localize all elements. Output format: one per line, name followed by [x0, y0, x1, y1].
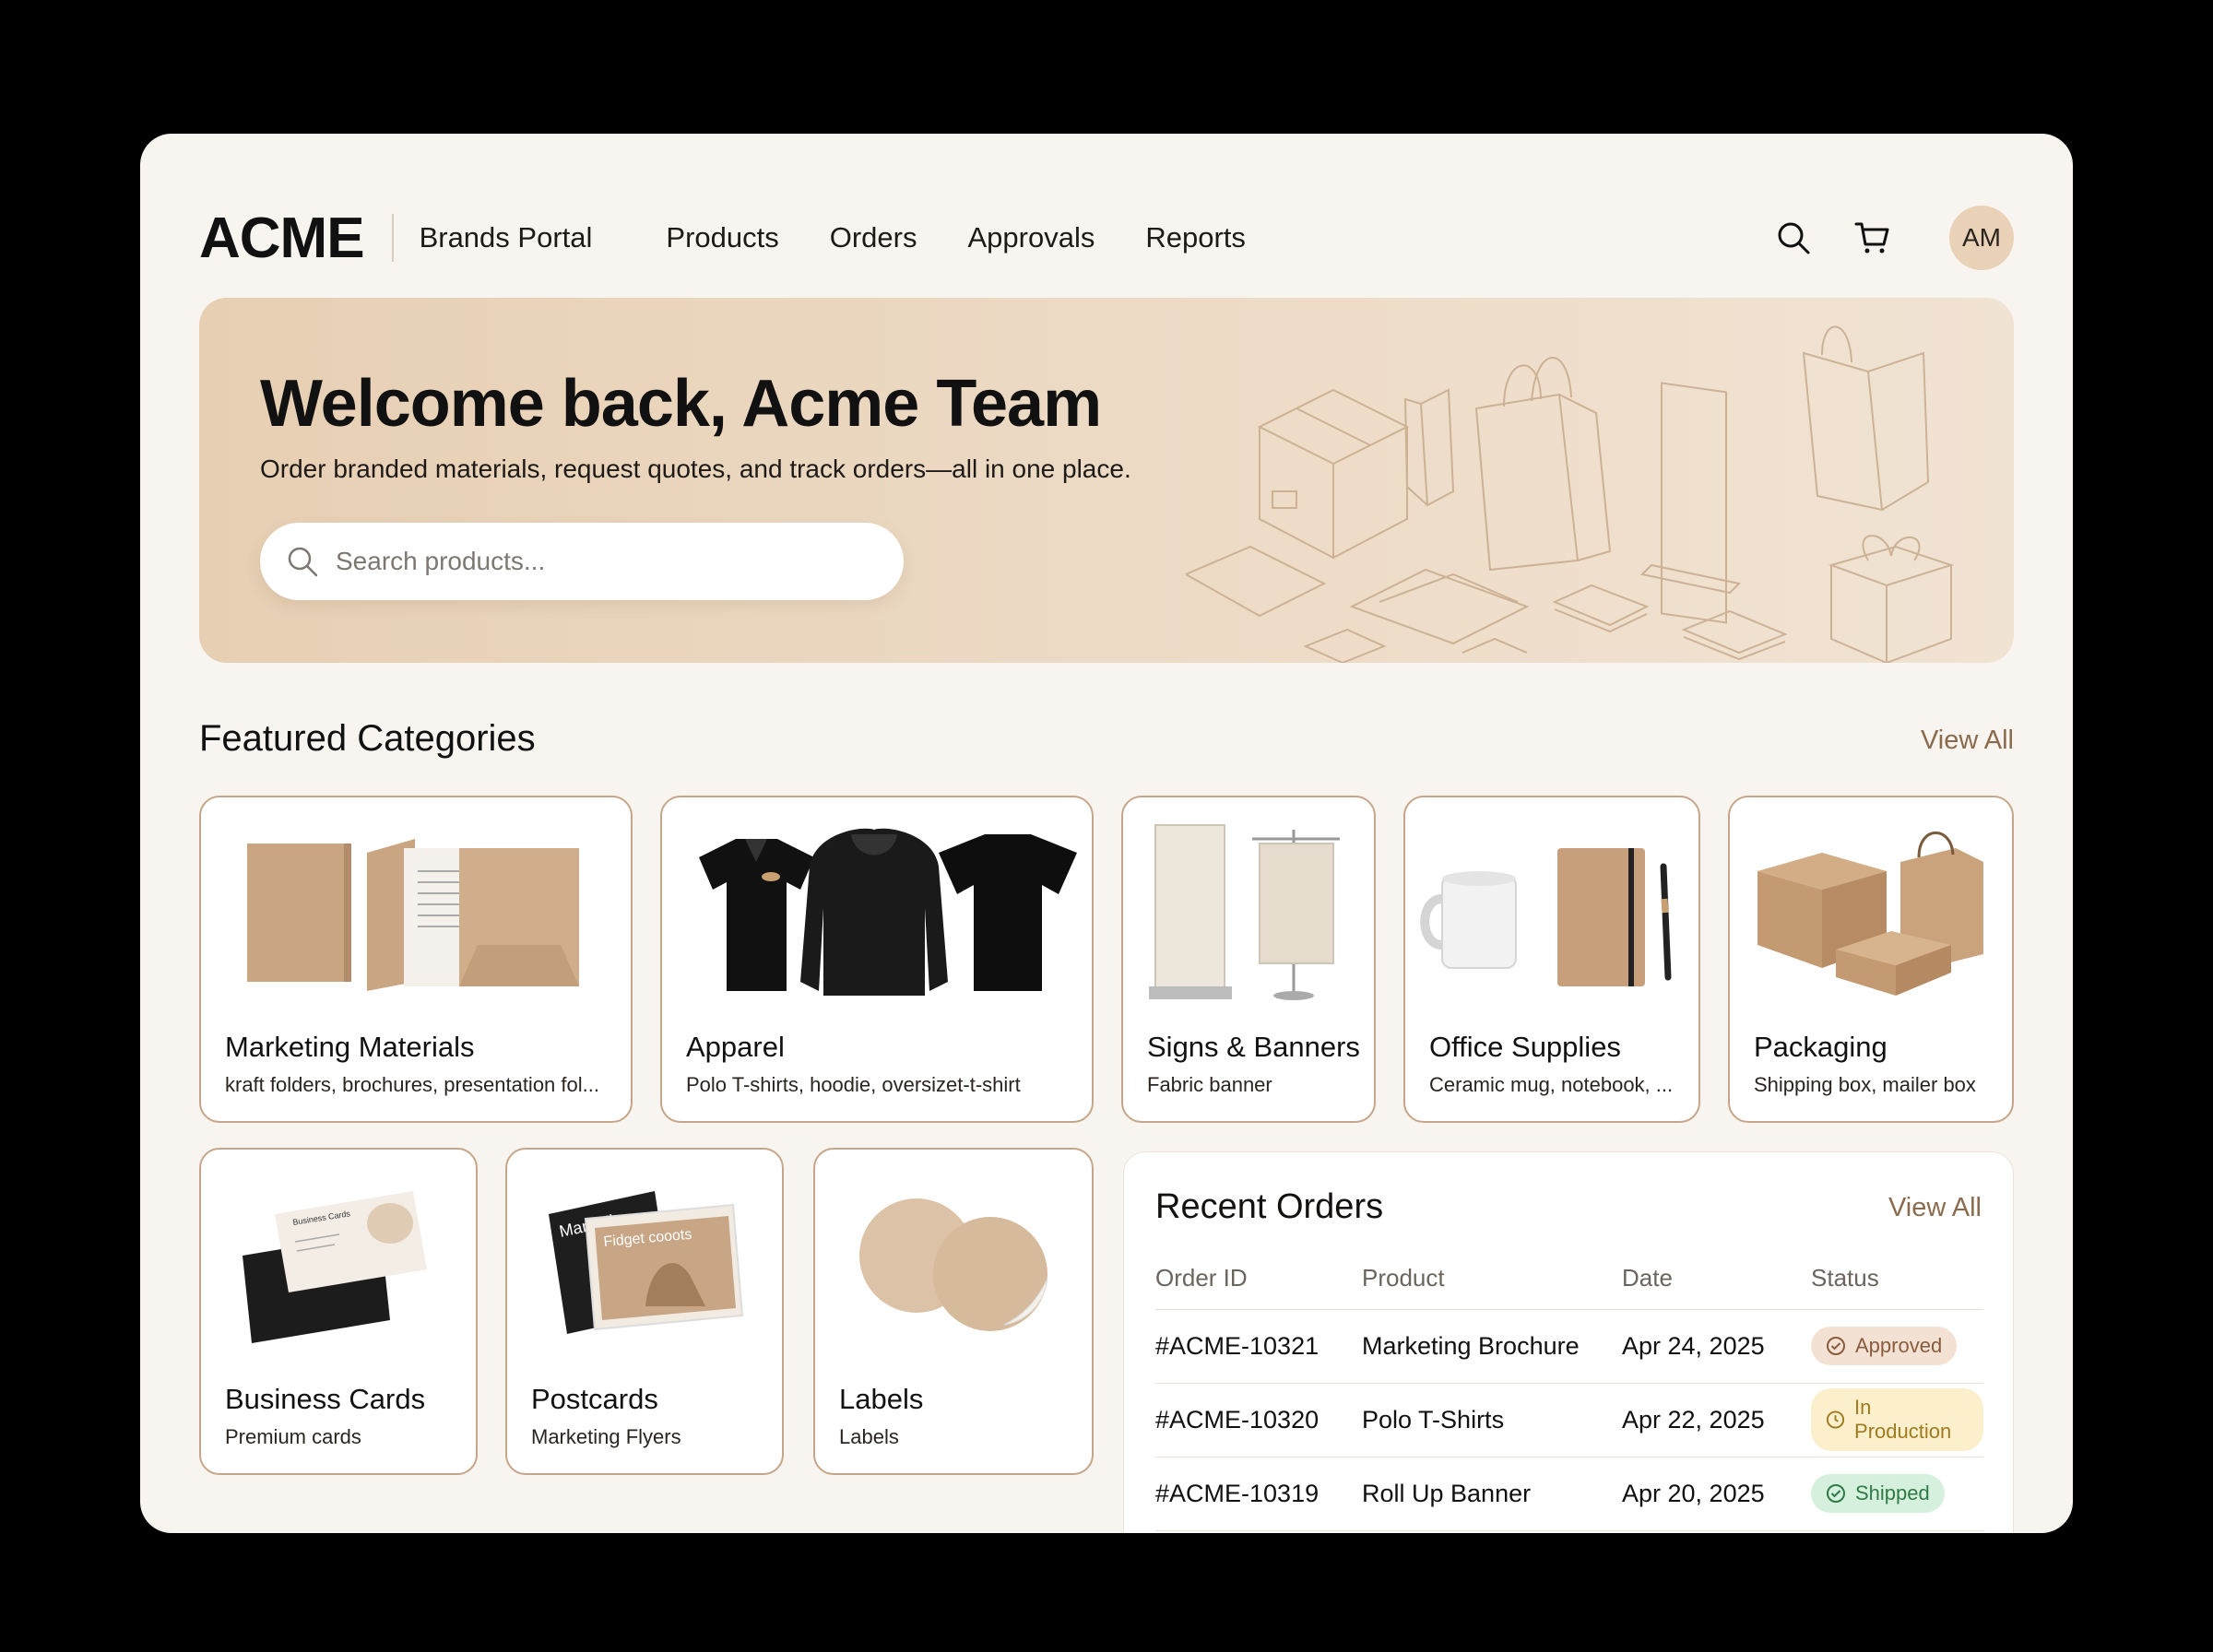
col-status[interactable]: Status	[1811, 1248, 1983, 1310]
status-badge: Approved	[1811, 1327, 1958, 1365]
branded-goods-illustration	[1186, 325, 1955, 663]
table-row[interactable]: #ACME-10319 Roll Up Banner Apr 20, 2025 …	[1155, 1457, 1983, 1531]
category-desc: Ceramic mug, notebook, ...	[1429, 1073, 1674, 1096]
status-label: Shipped	[1855, 1481, 1930, 1504]
table-header-row: Order ID Product Date Status	[1155, 1248, 1983, 1310]
col-date[interactable]: Date	[1622, 1248, 1811, 1310]
category-title: Business Cards	[225, 1383, 426, 1415]
order-product: Polo T-Shirts	[1362, 1383, 1622, 1457]
order-date: Apr 24, 2025	[1622, 1309, 1811, 1384]
cart-icon[interactable]	[1852, 217, 1894, 259]
header-actions: AM	[1772, 206, 2014, 270]
table-row[interactable]: #ACME-10320 Polo T-Shirts Apr 22, 2025 I…	[1155, 1383, 1983, 1457]
status-badge: In Production	[1811, 1388, 1983, 1451]
category-title: Office Supplies	[1429, 1031, 1621, 1063]
category-card-signs[interactable]: Signs & Banners Fabric banner	[1121, 796, 1376, 1123]
order-product: Marketing Brochure	[1362, 1309, 1622, 1384]
category-desc: kraft folders, brochures, presentation f…	[225, 1073, 599, 1096]
category-title: Postcards	[531, 1383, 658, 1415]
nav-products[interactable]: Products	[666, 221, 778, 254]
portal-name: Brands Portal	[419, 221, 593, 254]
hero-search-box[interactable]	[260, 523, 904, 600]
packaging-image	[1757, 831, 1983, 996]
col-product[interactable]: Product	[1362, 1248, 1622, 1310]
recent-orders-panel: Recent Orders View All Order ID Product …	[1123, 1151, 2014, 1533]
hero-banner: Welcome back, Acme Team Order branded ma…	[199, 298, 2014, 663]
postcards-image: Mark Flye Fidget cooots	[549, 1191, 744, 1334]
category-card-postcards[interactable]: Mark Flye Fidget cooots Postcards Market…	[505, 1148, 784, 1475]
check-circle-icon	[1827, 1484, 1845, 1503]
check-circle-icon	[1827, 1337, 1845, 1355]
category-card-apparel[interactable]: Apparel Polo T-shirts, hoodie, oversizet…	[660, 796, 1094, 1123]
category-desc: Labels	[839, 1425, 899, 1448]
acme-logo[interactable]: ACME	[199, 206, 365, 271]
category-card-marketing[interactable]: Marketing Materials kraft folders, broch…	[199, 796, 633, 1123]
nav-approvals[interactable]: Approvals	[967, 221, 1095, 254]
user-avatar[interactable]: AM	[1949, 206, 2014, 270]
order-date: Apr 22, 2025	[1622, 1383, 1811, 1457]
status-label: Approved	[1855, 1334, 1943, 1357]
order-date: Apr 20, 2025	[1622, 1457, 1811, 1531]
order-id[interactable]: #ACME-10321	[1155, 1309, 1362, 1384]
office-supplies-image	[1420, 848, 1672, 986]
labels-image	[859, 1198, 1048, 1331]
category-card-packaging[interactable]: Packaging Shipping box, mailer box	[1728, 796, 2014, 1123]
category-title: Marketing Materials	[225, 1031, 475, 1063]
hero-title: Welcome back, Acme Team	[260, 367, 1102, 441]
nav-orders[interactable]: Orders	[830, 221, 917, 254]
hero-subtitle: Order branded materials, request quotes,…	[260, 454, 1131, 483]
table-row[interactable]: #ACME-10321 Marketing Brochure Apr 24, 2…	[1155, 1309, 1983, 1384]
search-icon	[288, 547, 318, 577]
status-badge: Shipped	[1811, 1474, 1945, 1513]
order-status-cell: Approved	[1811, 1309, 1983, 1384]
top-header: ACME Brands Portal Products Orders Appro…	[199, 174, 2014, 301]
recent-orders-title: Recent Orders	[1155, 1187, 1384, 1226]
search-icon[interactable]	[1772, 217, 1815, 259]
apparel-image	[699, 828, 1077, 996]
nav-reports[interactable]: Reports	[1145, 221, 1246, 254]
orders-table: Order ID Product Date Status #ACME-10321…	[1155, 1248, 1983, 1531]
category-desc: Fabric banner	[1147, 1073, 1272, 1096]
app-window: ACME Brands Portal Products Orders Appro…	[140, 134, 2073, 1533]
orders-view-all-link[interactable]: View All	[1888, 1193, 1982, 1223]
main-nav: Products Orders Approvals Reports	[666, 221, 1246, 254]
category-title: Labels	[839, 1383, 924, 1415]
order-id[interactable]: #ACME-10320	[1155, 1383, 1362, 1457]
business-cards-image: Business Cards	[243, 1191, 427, 1343]
clock-icon	[1826, 1410, 1845, 1429]
category-desc: Marketing Flyers	[531, 1425, 681, 1448]
featured-title: Featured Categories	[199, 718, 536, 759]
order-status-cell: Shipped	[1811, 1457, 1983, 1531]
category-card-labels[interactable]: Labels Labels	[813, 1148, 1094, 1475]
status-label: In Production	[1854, 1396, 1952, 1443]
col-order-id[interactable]: Order ID	[1155, 1248, 1362, 1310]
logo-divider	[391, 214, 394, 262]
order-product: Roll Up Banner	[1362, 1457, 1622, 1531]
category-title: Apparel	[686, 1031, 785, 1063]
category-card-business-cards[interactable]: Business Cards Business Cards Premium ca…	[199, 1148, 478, 1475]
search-input[interactable]	[336, 547, 852, 576]
order-status-cell: In Production	[1811, 1383, 1983, 1457]
order-id[interactable]: #ACME-10319	[1155, 1457, 1362, 1531]
category-desc: Polo T-shirts, hoodie, oversizet-t-shirt	[686, 1073, 1021, 1096]
featured-view-all-link[interactable]: View All	[1921, 726, 2014, 756]
category-title: Packaging	[1754, 1031, 1888, 1063]
category-desc: Premium cards	[225, 1425, 361, 1448]
category-desc: Shipping box, mailer box	[1754, 1073, 1976, 1096]
category-title: Signs & Banners	[1147, 1031, 1360, 1063]
category-card-office[interactable]: Office Supplies Ceramic mug, notebook, .…	[1403, 796, 1700, 1123]
kraft-folders-image	[247, 839, 579, 991]
banner-stand-image	[1149, 824, 1340, 1000]
